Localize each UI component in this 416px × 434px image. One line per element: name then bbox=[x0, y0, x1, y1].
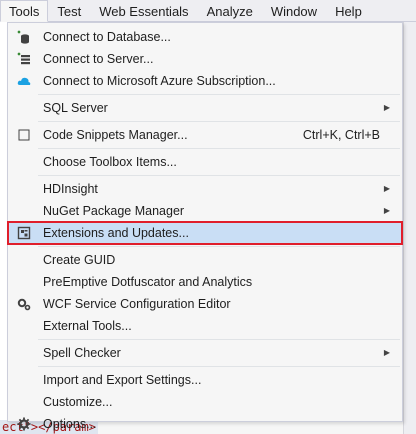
menu-item-code-snippets[interactable]: Code Snippets Manager... Ctrl+K, Ctrl+B bbox=[8, 124, 402, 146]
submenu-arrow-icon: ▶ bbox=[383, 184, 390, 193]
menu-separator bbox=[38, 121, 400, 122]
cloud-icon bbox=[17, 74, 31, 88]
menu-test[interactable]: Test bbox=[48, 0, 90, 21]
ide-window: ect"></param> Tools Test Web Essentials … bbox=[0, 0, 416, 434]
menu-item-create-guid[interactable]: Create GUID bbox=[8, 249, 402, 271]
menu-web-essentials[interactable]: Web Essentials bbox=[90, 0, 197, 21]
menu-item-import-export[interactable]: Import and Export Settings... bbox=[8, 369, 402, 391]
editor-scrollbar[interactable] bbox=[403, 22, 416, 434]
menu-separator bbox=[38, 148, 400, 149]
menu-help[interactable]: Help bbox=[326, 0, 371, 21]
menu-separator bbox=[38, 339, 400, 340]
menu-item-external-tools[interactable]: External Tools... bbox=[8, 315, 402, 337]
tools-dropdown-menu: Connect to Database... Connect to Server… bbox=[7, 22, 403, 431]
menu-item-preemptive[interactable]: PreEmptive Dotfuscator and Analytics bbox=[8, 271, 402, 293]
menu-item-options[interactable]: Options... bbox=[8, 413, 402, 434]
submenu-arrow-icon: ▶ bbox=[383, 103, 390, 112]
checkbox-icon bbox=[17, 128, 31, 142]
menu-item-nuget[interactable]: NuGet Package Manager ▶ bbox=[8, 200, 402, 222]
extensions-icon bbox=[17, 226, 31, 240]
menu-item-connect-server[interactable]: Connect to Server... bbox=[8, 48, 402, 70]
database-connect-icon bbox=[17, 30, 31, 44]
menu-separator bbox=[38, 175, 400, 176]
menu-separator bbox=[38, 94, 400, 95]
submenu-arrow-icon: ▶ bbox=[383, 206, 390, 215]
gears-icon bbox=[17, 297, 31, 311]
menu-item-wcf-editor[interactable]: WCF Service Configuration Editor bbox=[8, 293, 402, 315]
menu-item-sql-server[interactable]: SQL Server ▶ bbox=[8, 97, 402, 119]
menu-item-choose-toolbox[interactable]: Choose Toolbox Items... bbox=[8, 151, 402, 173]
menu-bar: Tools Test Web Essentials Analyze Window… bbox=[0, 0, 416, 22]
menu-window[interactable]: Window bbox=[262, 0, 326, 21]
menu-item-extensions-updates[interactable]: Extensions and Updates... bbox=[7, 221, 403, 245]
menu-tools[interactable]: Tools bbox=[0, 0, 49, 22]
menu-item-customize[interactable]: Customize... bbox=[8, 391, 402, 413]
menu-separator bbox=[38, 246, 400, 247]
menu-separator bbox=[38, 366, 400, 367]
gear-icon bbox=[17, 417, 31, 431]
menu-analyze[interactable]: Analyze bbox=[198, 0, 262, 21]
menu-item-hdinsight[interactable]: HDInsight ▶ bbox=[8, 178, 402, 200]
menu-item-spell-checker[interactable]: Spell Checker ▶ bbox=[8, 342, 402, 364]
server-connect-icon bbox=[17, 52, 31, 66]
menu-item-connect-database[interactable]: Connect to Database... bbox=[8, 26, 402, 48]
submenu-arrow-icon: ▶ bbox=[383, 348, 390, 357]
menu-item-connect-azure[interactable]: Connect to Microsoft Azure Subscription.… bbox=[8, 70, 402, 92]
